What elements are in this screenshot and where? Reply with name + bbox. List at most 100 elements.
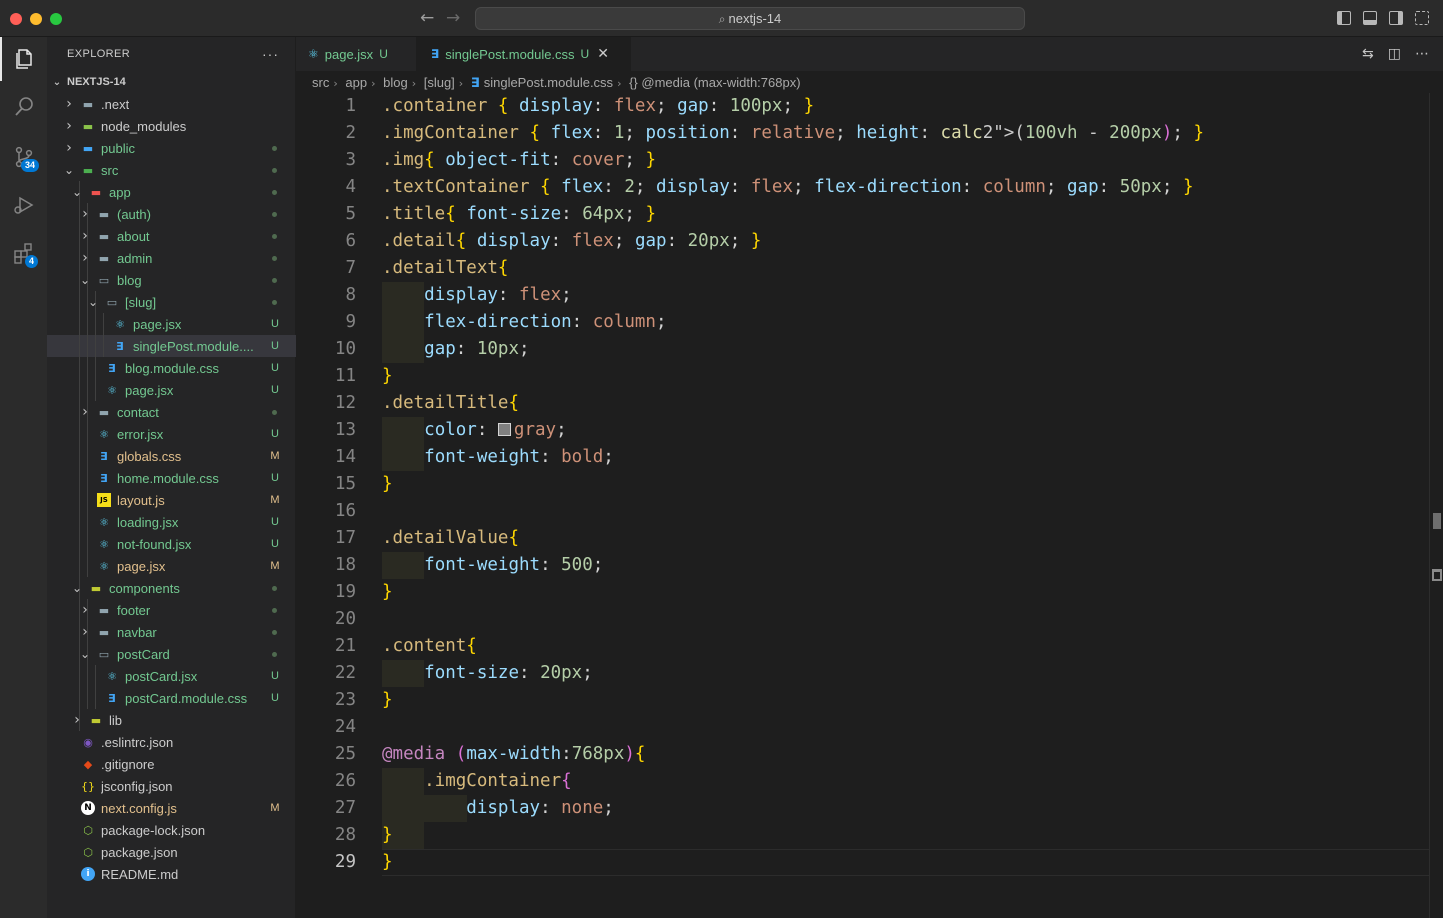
tree-folder[interactable]: ⌄ ▭ postCard — [47, 643, 296, 665]
code-line[interactable]: 10 gap: 10px; — [296, 336, 1429, 363]
code-line[interactable]: 21 .content{ — [296, 633, 1429, 660]
breadcrumb-src[interactable]: src — [312, 75, 329, 90]
scrollbar-thumb[interactable] — [1433, 513, 1441, 529]
close-icon[interactable]: ✕ — [597, 46, 609, 62]
tree-folder[interactable]: ⌄ ▭ [slug] — [47, 291, 296, 313]
split-editor-icon[interactable]: ◫ — [1388, 46, 1401, 62]
code-line[interactable]: 1 .container { display: flex; gap: 100px;… — [296, 93, 1429, 120]
search-icon[interactable] — [0, 85, 47, 129]
tree-file[interactable]: ⚛ page.jsx M — [47, 555, 296, 577]
code-line[interactable]: 29} — [296, 849, 1429, 876]
tree-file[interactable]: ∃ home.module.css U — [47, 467, 296, 489]
maximize-window-button[interactable] — [50, 13, 62, 25]
open-changes-icon[interactable]: ⇆ — [1362, 46, 1374, 62]
source-control-icon[interactable]: 34 — [0, 135, 47, 179]
color-swatch[interactable] — [497, 423, 511, 436]
code-line[interactable]: 4 .textContainer { flex: 2; display: flex… — [296, 174, 1429, 201]
arrow-right-icon[interactable]: → — [446, 8, 460, 28]
code-line[interactable]: 22 font-size: 20px; — [296, 660, 1429, 687]
code-line[interactable]: 7 .detailText{ — [296, 255, 1429, 282]
tree-file[interactable]: ⬡ package.json — [47, 841, 296, 863]
more-actions-icon[interactable]: ⋯ — [1415, 46, 1429, 62]
tree-folder[interactable]: › ▬ lib — [47, 709, 296, 731]
breadcrumb-file[interactable]: singlePost.module.css — [484, 75, 613, 90]
tree-folder[interactable]: ⌄ ▬ src — [47, 159, 296, 181]
code-line[interactable]: 5 .title{ font-size: 64px; } — [296, 201, 1429, 228]
code-editor[interactable]: 1 .container { display: flex; gap: 100px;… — [296, 93, 1429, 876]
code-line[interactable]: 28} — [296, 822, 1429, 849]
tree-folder[interactable]: ⌄ ▬ components — [47, 577, 296, 599]
tree-folder[interactable]: › ▬ node_modules — [47, 115, 296, 137]
tab-singlepost-css[interactable]: ∃ singlePost.module.css U ✕ — [417, 37, 631, 71]
code-line[interactable]: 19} — [296, 579, 1429, 606]
arrow-left-icon[interactable]: ← — [420, 8, 434, 28]
tree-folder[interactable]: › ▬ footer — [47, 599, 296, 621]
editor-scrollbar[interactable] — [1429, 93, 1443, 918]
tree-file[interactable]: JS layout.js M — [47, 489, 296, 511]
breadcrumb-app[interactable]: app — [345, 75, 367, 90]
minimize-window-button[interactable] — [30, 13, 42, 25]
tree-folder[interactable]: › ▬ contact — [47, 401, 296, 423]
tree-folder[interactable]: › ▬ public — [47, 137, 296, 159]
code-line[interactable]: 13 color: gray; — [296, 417, 1429, 444]
tree-file[interactable]: i README.md — [47, 863, 296, 885]
tab-page-jsx[interactable]: ⚛ page.jsx U — [296, 37, 417, 71]
tree-file[interactable]: ⚛ page.jsx U — [47, 379, 296, 401]
tree-folder[interactable]: ⌄ ▭ blog — [47, 269, 296, 291]
code-line[interactable]: 3 .img{ object-fit: cover; } — [296, 147, 1429, 174]
tree-file[interactable]: ⚛ page.jsx U — [47, 313, 296, 335]
breadcrumb-symbol[interactable]: {} @media (max-width:768px) — [629, 75, 800, 90]
extensions-icon[interactable]: 4 — [0, 231, 47, 275]
tree-folder[interactable]: › ▬ .next — [47, 93, 296, 115]
code-line[interactable]: 8 display: flex; — [296, 282, 1429, 309]
code-line[interactable]: 25 @media (max-width:768px){ — [296, 741, 1429, 768]
code-line[interactable]: 15} — [296, 471, 1429, 498]
tree-file[interactable]: ⚛ error.jsx U — [47, 423, 296, 445]
code-line[interactable]: 6 .detail{ display: flex; gap: 20px; } — [296, 228, 1429, 255]
tree-file[interactable]: ◉ .eslintrc.json — [47, 731, 296, 753]
tree-folder[interactable]: › ▬ about — [47, 225, 296, 247]
tree-file[interactable]: ◆ .gitignore — [47, 753, 296, 775]
more-actions-button[interactable]: ··· — [262, 46, 279, 62]
chevron-down-icon: ⌄ — [63, 163, 75, 177]
customize-layout-icon[interactable] — [1415, 11, 1429, 25]
code-line[interactable]: 12 .detailTitle{ — [296, 390, 1429, 417]
code-line[interactable]: 24 — [296, 714, 1429, 741]
tree-file[interactable]: ∃ postCard.module.css U — [47, 687, 296, 709]
tree-file[interactable]: ∃ globals.css M — [47, 445, 296, 467]
toggle-primary-sidebar-icon[interactable] — [1337, 11, 1351, 25]
code-line[interactable]: 26 .imgContainer{ — [296, 768, 1429, 795]
code-line[interactable]: 17 .detailValue{ — [296, 525, 1429, 552]
code-line[interactable]: 20 — [296, 606, 1429, 633]
tree-folder[interactable]: › ▬ (auth) — [47, 203, 296, 225]
toggle-secondary-sidebar-icon[interactable] — [1389, 11, 1403, 25]
code-line[interactable]: 11} — [296, 363, 1429, 390]
tree-folder[interactable]: ⌄ ▬ app — [47, 181, 296, 203]
code-line[interactable]: 16 — [296, 498, 1429, 525]
code-line[interactable]: 2 .imgContainer { flex: 1; position: rela… — [296, 120, 1429, 147]
tree-file[interactable]: Nnext.config.js M — [47, 797, 296, 819]
git-status-badge: M — [270, 560, 280, 572]
tree-file[interactable]: ∃ singlePost.module.... U — [47, 335, 296, 357]
code-line[interactable]: 14 font-weight: bold; — [296, 444, 1429, 471]
tree-folder[interactable]: › ▬ navbar — [47, 621, 296, 643]
code-line[interactable]: 9 flex-direction: column; — [296, 309, 1429, 336]
tree-file[interactable]: {} jsconfig.json — [47, 775, 296, 797]
tree-file[interactable]: ⚛ not-found.jsx U — [47, 533, 296, 555]
tree-folder[interactable]: › ▬ admin — [47, 247, 296, 269]
code-line[interactable]: 27 display: none; — [296, 795, 1429, 822]
explorer-icon[interactable] — [0, 37, 47, 81]
tree-file[interactable]: ⬡ package-lock.json — [47, 819, 296, 841]
breadcrumb-blog[interactable]: blog — [383, 75, 408, 90]
code-line[interactable]: 18 font-weight: 500; — [296, 552, 1429, 579]
code-line[interactable]: 23} — [296, 687, 1429, 714]
toggle-panel-icon[interactable] — [1363, 11, 1377, 25]
project-root[interactable]: ⌄ NEXTJS-14 — [47, 71, 296, 93]
run-debug-icon[interactable] — [0, 183, 47, 227]
command-center-search[interactable]: ⌕ nextjs-14 — [475, 7, 1025, 30]
breadcrumb-slug[interactable]: [slug] — [424, 75, 455, 90]
tree-file[interactable]: ⚛ postCard.jsx U — [47, 665, 296, 687]
close-window-button[interactable] — [10, 13, 22, 25]
tree-file[interactable]: ⚛ loading.jsx U — [47, 511, 296, 533]
tree-file[interactable]: ∃ blog.module.css U — [47, 357, 296, 379]
